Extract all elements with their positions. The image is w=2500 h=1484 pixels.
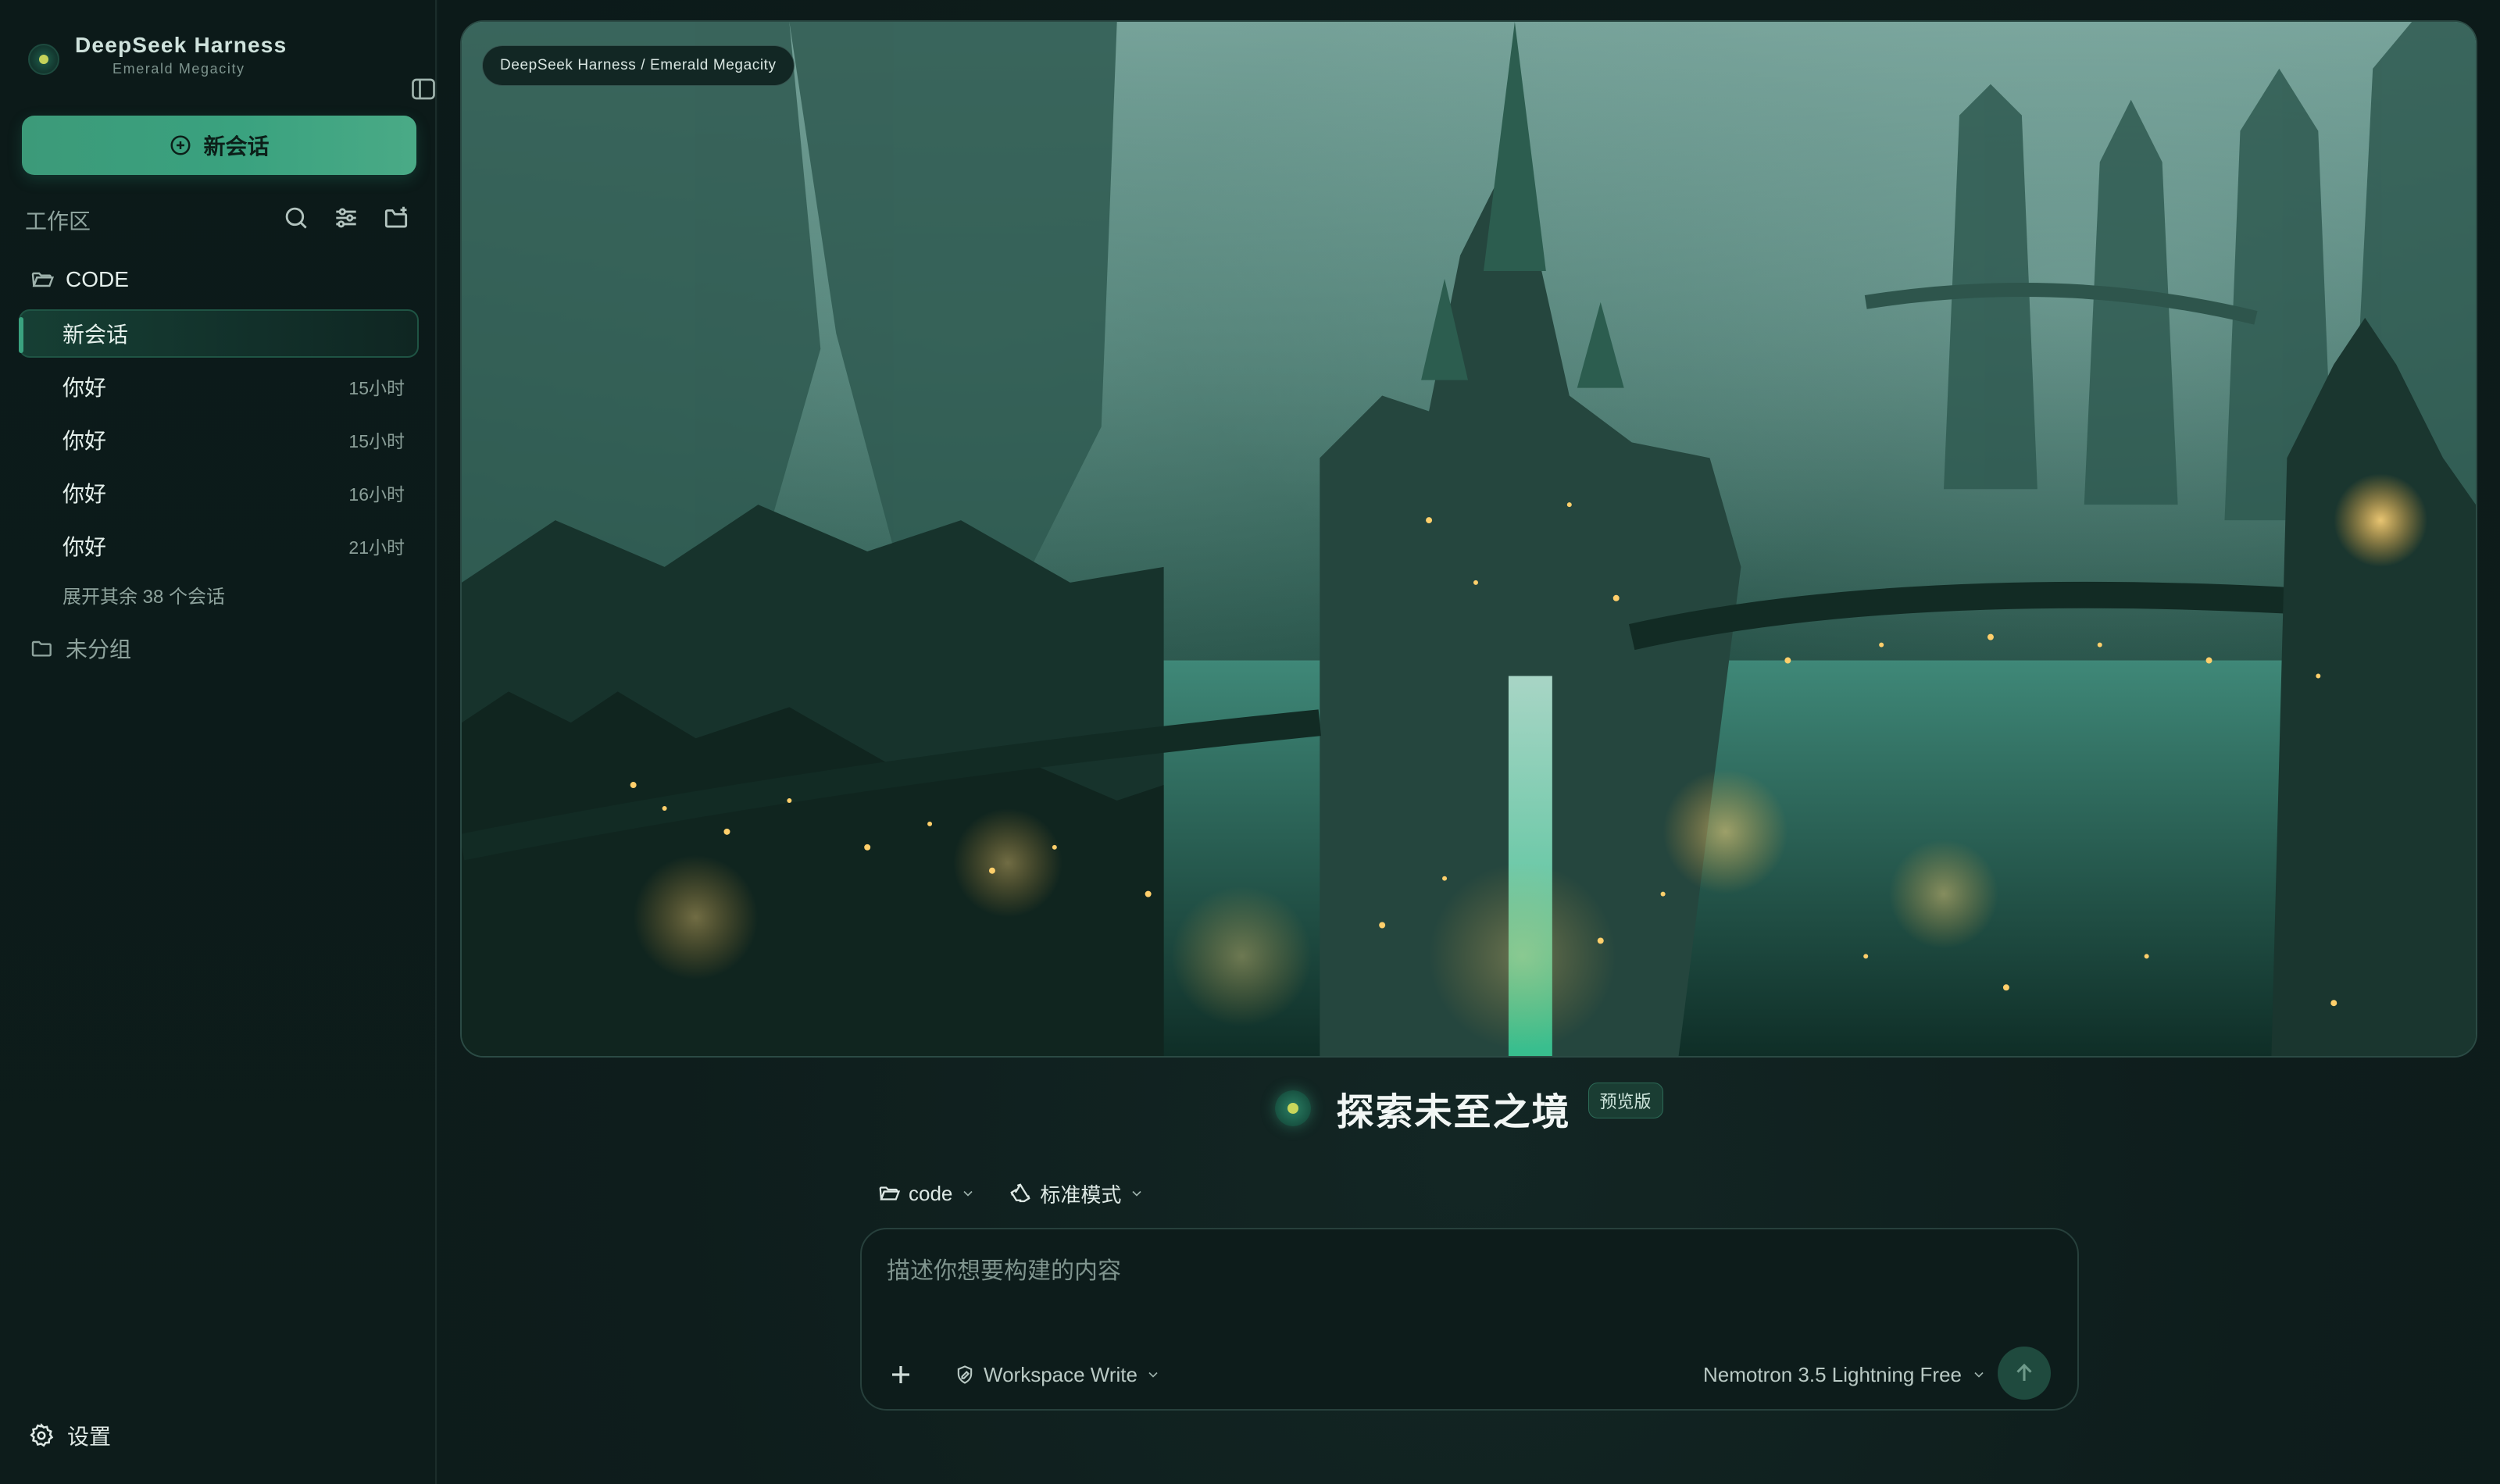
page-heading: 探索未至之境 预览版	[438, 1081, 2500, 1136]
mode-selector-label: 标准模式	[1040, 1183, 1122, 1207]
chevron-down-icon	[1974, 1372, 1984, 1378]
hero-caption-badge: DeepSeek Harness / Emerald Megacity	[482, 45, 795, 86]
chat-item-time: 21小时	[348, 537, 405, 558]
chat-item-active[interactable]: 新会话	[19, 309, 419, 358]
brand-title: DeepSeek Harness	[75, 33, 288, 57]
chat-item-time: 15小时	[348, 431, 405, 451]
chevron-down-icon	[1148, 1372, 1158, 1378]
preview-badge: 预览版	[1588, 1083, 1663, 1118]
folder-name: CODE	[66, 267, 129, 291]
chat-item-label: 新会话	[62, 323, 129, 347]
chat-item-label: 你好	[62, 429, 107, 453]
chat-item[interactable]: 你好 16小时	[19, 469, 419, 517]
new-chat-label: 新会话	[203, 134, 270, 159]
chat-item-label: 你好	[62, 376, 107, 400]
chat-item-label: 你好	[62, 535, 107, 559]
main-panel: DeepSeek Harness / Emerald Megacity 探索未至…	[438, 0, 2500, 1484]
folder-selector-label: code	[909, 1181, 953, 1205]
workspace-label: 工作区	[25, 209, 91, 234]
folder-open-icon	[31, 272, 55, 287]
permission-label: Workspace Write	[984, 1362, 1138, 1386]
new-folder-icon[interactable]	[381, 203, 411, 233]
mode-selector[interactable]: 标准模式	[1009, 1179, 1145, 1208]
folder-code[interactable]: CODE	[30, 261, 405, 298]
workspace-header: 工作区	[25, 202, 416, 236]
chat-item[interactable]: 你好 21小时	[19, 522, 419, 570]
chevron-down-icon	[1132, 1190, 1141, 1197]
settings-button[interactable]: 设置	[28, 1420, 111, 1451]
model-label: Nemotron 3.5 Lightning Free	[1703, 1362, 1962, 1386]
brand-subtitle: Emerald Megacity	[112, 61, 245, 77]
shield-edit-icon	[957, 1365, 973, 1384]
permission-selector[interactable]: Workspace Write	[954, 1357, 1161, 1392]
sidebar-toggle-icon[interactable]	[409, 75, 438, 103]
folder-selector[interactable]: code	[877, 1182, 976, 1206]
model-selector[interactable]: Nemotron 3.5 Lightning Free	[1703, 1357, 1987, 1392]
chat-item-label: 你好	[62, 482, 107, 506]
arrow-up-icon	[2016, 1363, 2032, 1381]
page-title: 探索未至之境	[1336, 1092, 1571, 1133]
hero-image: DeepSeek Harness / Emerald Megacity	[460, 20, 2477, 1058]
folder-icon	[31, 640, 52, 657]
expand-more-link[interactable]: 展开其余 38 个会话	[62, 581, 225, 608]
prompt-input[interactable]	[887, 1253, 1980, 1290]
chat-item-time: 16小时	[348, 484, 405, 505]
settings-label: 设置	[67, 1425, 112, 1449]
filter-sliders-icon[interactable]	[331, 203, 361, 233]
folder-ungrouped[interactable]: 未分组	[30, 630, 405, 667]
chat-item[interactable]: 你好 15小时	[19, 362, 419, 411]
brand-orb-icon	[1275, 1090, 1312, 1126]
gear-icon	[30, 1423, 54, 1447]
chevron-down-icon	[963, 1190, 973, 1197]
plus-circle-icon	[170, 135, 191, 155]
app-window: DeepSeek Harness Emerald Megacity 新会话 工作…	[0, 0, 2500, 1484]
new-chat-button[interactable]: 新会话	[22, 116, 416, 175]
sidebar: DeepSeek Harness Emerald Megacity 新会话 工作…	[0, 0, 437, 1484]
composer-options: code 标准模式	[877, 1178, 1145, 1209]
folder-name: 未分组	[66, 637, 132, 662]
send-button[interactable]	[1998, 1347, 2051, 1400]
search-icon[interactable]	[281, 203, 311, 233]
chat-item-time: 15小时	[348, 378, 405, 398]
recycle-icon	[1010, 1183, 1030, 1203]
composer: Workspace Write Nemotron 3.5 Lightning F…	[860, 1228, 2079, 1411]
add-attachment-icon[interactable]	[884, 1357, 918, 1392]
folder-open-icon	[879, 1186, 901, 1200]
emerald-megacity-illustration	[462, 22, 2476, 1056]
chat-item[interactable]: 你好 15小时	[19, 416, 419, 464]
brand-logo-icon	[28, 44, 59, 75]
brand: DeepSeek Harness Emerald Megacity	[28, 33, 435, 100]
